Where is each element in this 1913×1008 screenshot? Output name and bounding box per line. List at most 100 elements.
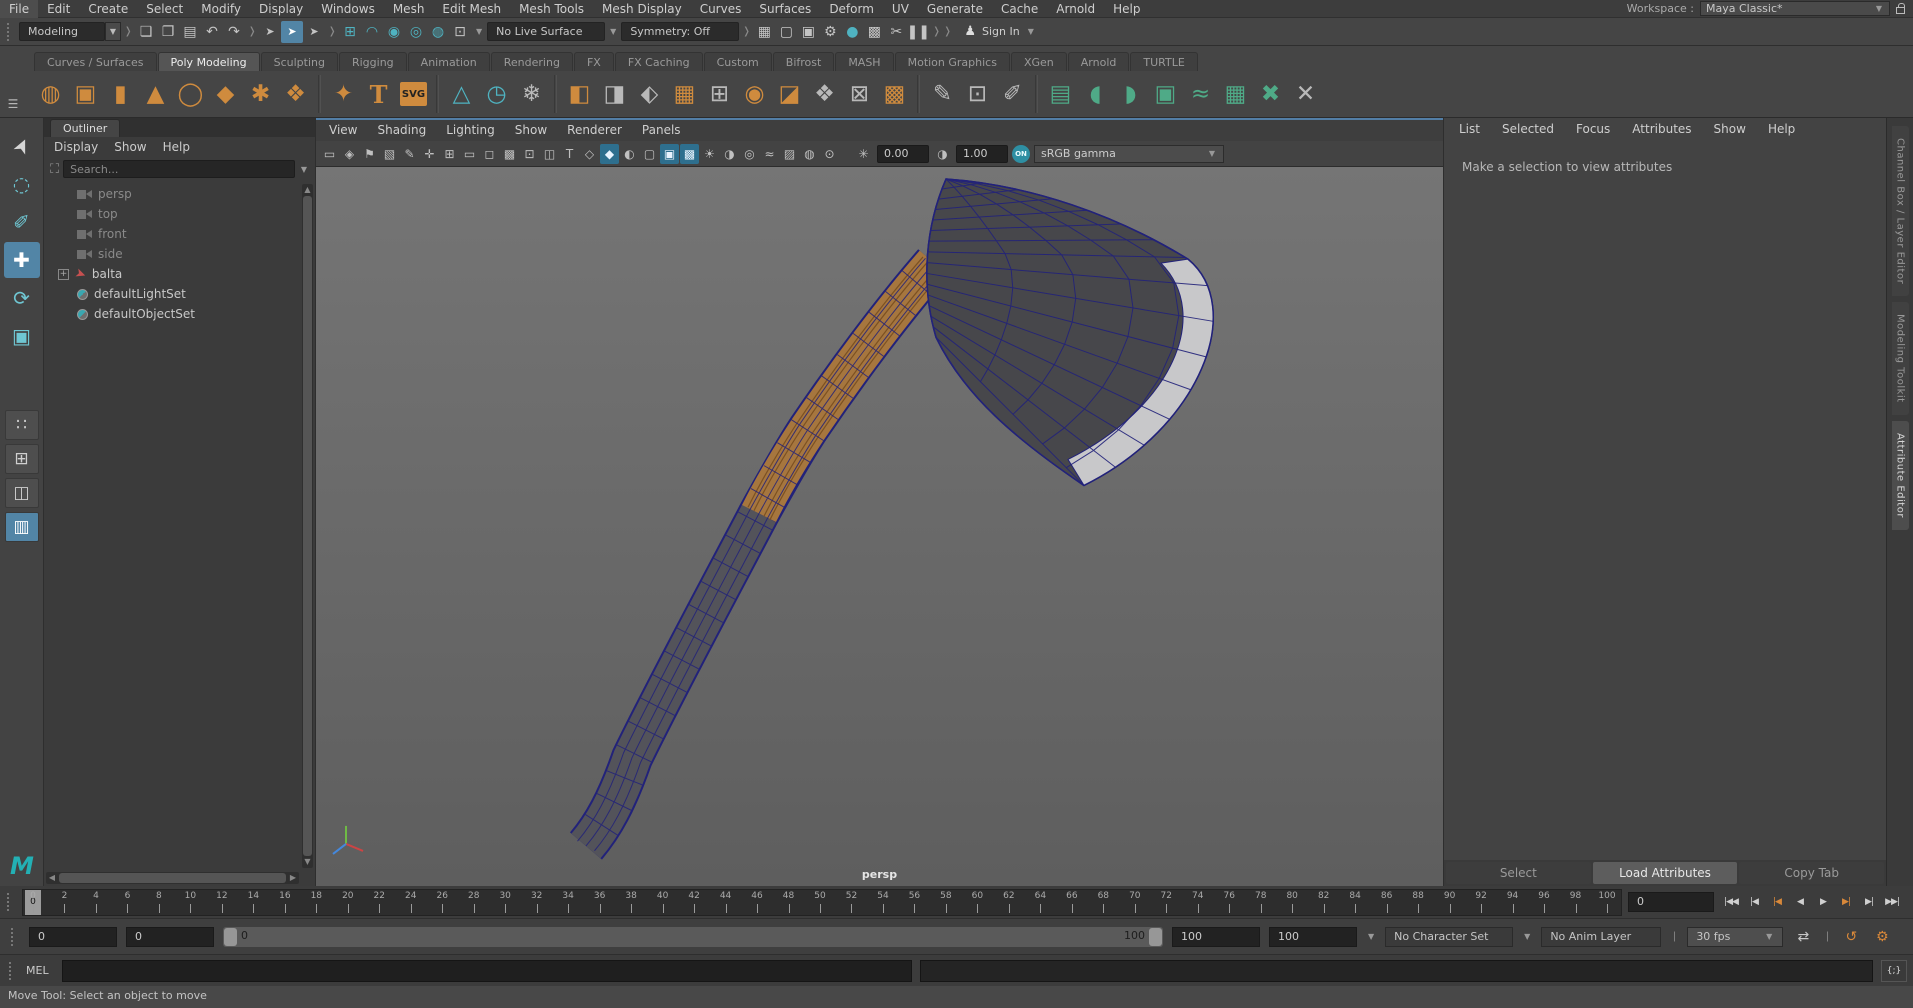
axe-object[interactable] xyxy=(569,178,1214,860)
outliner-item-persp[interactable]: persp xyxy=(44,184,301,204)
shelf-tab-motion-graphics[interactable]: Motion Graphics xyxy=(894,52,1010,71)
outliner-item-side[interactable]: side xyxy=(44,244,301,264)
paint-effects-icon[interactable]: ✂ xyxy=(885,21,907,43)
menu-deform[interactable]: Deform xyxy=(820,0,883,18)
live-surface-icon[interactable]: △ xyxy=(445,76,478,112)
section-divider[interactable]: ❭ xyxy=(742,24,750,40)
menu-set-selector[interactable]: Modeling ▼ xyxy=(19,22,121,41)
outliner-item-front[interactable]: front xyxy=(44,224,301,244)
vertical-scrollbar[interactable]: ▲ ▼ xyxy=(302,184,313,868)
save-scene-icon[interactable]: ▤ xyxy=(179,21,201,43)
section-divider[interactable]: ❭ xyxy=(328,24,336,40)
shelf-tab-xgen[interactable]: XGen xyxy=(1010,52,1067,71)
poly-torus-icon[interactable]: ◯ xyxy=(174,76,207,112)
uv-layout-icon[interactable]: ▦ xyxy=(1219,76,1252,112)
menu-file[interactable]: File xyxy=(0,0,39,18)
shelf-menu-icon[interactable]: ☰ xyxy=(4,96,22,112)
section-divider[interactable]: ❭ xyxy=(943,24,951,40)
snap-to-grid-icon[interactable]: ⊞ xyxy=(339,21,361,43)
ae-menu-attributes[interactable]: Attributes xyxy=(1623,120,1700,138)
xray-icon[interactable]: ◍ xyxy=(800,144,819,164)
step-back-frame-button[interactable]: |◀ xyxy=(1743,891,1765,913)
menu-generate[interactable]: Generate xyxy=(918,0,992,18)
outliner-menu-show[interactable]: Show xyxy=(114,140,146,154)
platonic-solid-icon[interactable]: ❖ xyxy=(279,76,312,112)
menu-mesh[interactable]: Mesh xyxy=(384,0,434,18)
play-forward-button[interactable]: ▶ xyxy=(1812,891,1834,913)
chevron-down-icon[interactable]: ▼ xyxy=(299,165,309,174)
camera-select-icon[interactable]: ▭ xyxy=(320,144,339,164)
select-by-component-icon[interactable]: ➤ xyxy=(303,21,325,43)
grease-pencil-icon[interactable]: ✎ xyxy=(400,144,419,164)
viewport-menu-shading[interactable]: Shading xyxy=(368,120,435,141)
snap-to-curve-icon[interactable]: ◠ xyxy=(361,21,383,43)
snap-to-point-icon[interactable]: ◉ xyxy=(383,21,405,43)
lock-workspace-icon[interactable] xyxy=(1896,3,1905,14)
range-start-handle[interactable] xyxy=(224,927,237,946)
menu-edit[interactable]: Edit xyxy=(38,0,79,18)
snap-to-view-plane-icon[interactable]: ⊡ xyxy=(449,21,471,43)
gamma-icon[interactable]: ◑ xyxy=(933,144,952,164)
wireframe-on-shaded-icon[interactable]: ▩ xyxy=(680,143,699,164)
poly-plane-icon[interactable]: ◆ xyxy=(209,76,242,112)
isolate-select-icon[interactable]: ⊙ xyxy=(820,144,839,164)
viewport-canvas[interactable]: persp xyxy=(316,167,1443,886)
image-plane-icon[interactable]: ▧ xyxy=(380,144,399,164)
animation-end-field[interactable]: 100 xyxy=(1269,926,1357,947)
menu-mesh-display[interactable]: Mesh Display xyxy=(593,0,691,18)
poly-cone-icon[interactable]: ▲ xyxy=(139,76,172,112)
go-to-start-button[interactable]: |◀◀ xyxy=(1720,891,1742,913)
make-object-live-icon[interactable]: ◍ xyxy=(427,21,449,43)
pause-viewport-icon[interactable]: ❚❚ xyxy=(907,21,930,43)
undo-icon[interactable]: ↶ xyxy=(201,21,223,43)
menu-help[interactable]: Help xyxy=(1104,0,1149,18)
outliner-item-top[interactable]: top xyxy=(44,204,301,224)
menu-mesh-tools[interactable]: Mesh Tools xyxy=(510,0,593,18)
ae-menu-focus[interactable]: Focus xyxy=(1567,120,1619,138)
keyframe-clock-icon[interactable]: ◷ xyxy=(480,76,513,112)
select-by-hierarchy-icon[interactable]: ➤ xyxy=(259,21,281,43)
ae-menu-help[interactable]: Help xyxy=(1759,120,1804,138)
select-tool-button[interactable]: ➤ xyxy=(4,128,40,164)
menu-windows[interactable]: Windows xyxy=(312,0,384,18)
shelf-tab-rigging[interactable]: Rigging xyxy=(338,52,407,71)
menu-modify[interactable]: Modify xyxy=(192,0,250,18)
paint-select-tool-button[interactable]: ✐ xyxy=(4,204,40,240)
exposure-icon[interactable]: ✳ xyxy=(854,144,873,164)
section-divider[interactable]: ❭ xyxy=(248,24,256,40)
pan-zoom-icon[interactable]: ✛ xyxy=(420,144,439,164)
shadows-icon[interactable]: ◑ xyxy=(720,144,739,164)
uv-editor-icon[interactable]: ✕ xyxy=(1289,76,1322,112)
section-divider[interactable]: ❭ xyxy=(932,24,940,40)
poly-disc-icon[interactable]: ✱ xyxy=(244,76,277,112)
render-settings-icon[interactable]: ⚙ xyxy=(819,21,841,43)
combine-icon[interactable]: ◧ xyxy=(563,76,596,112)
ipr-render-icon[interactable]: ▣ xyxy=(797,21,819,43)
side-tab-channel-box-layer-editor[interactable]: Channel Box / Layer Editor xyxy=(1891,126,1909,297)
safe-title-icon[interactable]: T xyxy=(560,144,579,164)
insert-edge-loop-icon[interactable]: ⊡ xyxy=(961,76,994,112)
layout-two-pane-button[interactable]: ◫ xyxy=(4,478,39,508)
drag-handle[interactable] xyxy=(11,927,17,946)
shelf-tab-curves-surfaces[interactable]: Curves / Surfaces xyxy=(34,52,157,71)
fps-select[interactable]: 30 fps ▼ xyxy=(1687,926,1784,947)
safe-action-icon[interactable]: ◫ xyxy=(540,144,559,164)
playback-start-field[interactable]: 0 xyxy=(126,926,214,947)
layout-outliner-persp-button[interactable]: ▥ xyxy=(4,512,39,542)
select-button[interactable]: Select xyxy=(1446,862,1591,884)
chevron-down-icon[interactable]: ▼ xyxy=(1522,932,1532,941)
symmetry-field[interactable]: Symmetry: Off xyxy=(621,22,740,41)
menu-cache[interactable]: Cache xyxy=(992,0,1047,18)
gamma-field[interactable]: 1.00 xyxy=(956,144,1008,163)
workspace-select[interactable]: Maya Classic* ▼ xyxy=(1700,1,1890,16)
uv-cut-sew-icon[interactable]: ✖ xyxy=(1254,76,1287,112)
anti-alias-icon[interactable]: ▨ xyxy=(780,144,799,164)
bevel-icon[interactable]: ❖ xyxy=(808,76,841,112)
bounding-box-icon[interactable]: ▢ xyxy=(640,144,659,164)
boolean-icon[interactable]: ⊠ xyxy=(843,76,876,112)
wireframe-icon[interactable]: ◇ xyxy=(580,144,599,164)
chevron-down-icon[interactable]: ▼ xyxy=(474,27,484,36)
ae-menu-show[interactable]: Show xyxy=(1705,120,1755,138)
ae-menu-list[interactable]: List xyxy=(1450,120,1489,138)
scrollbar-thumb[interactable] xyxy=(59,873,286,883)
